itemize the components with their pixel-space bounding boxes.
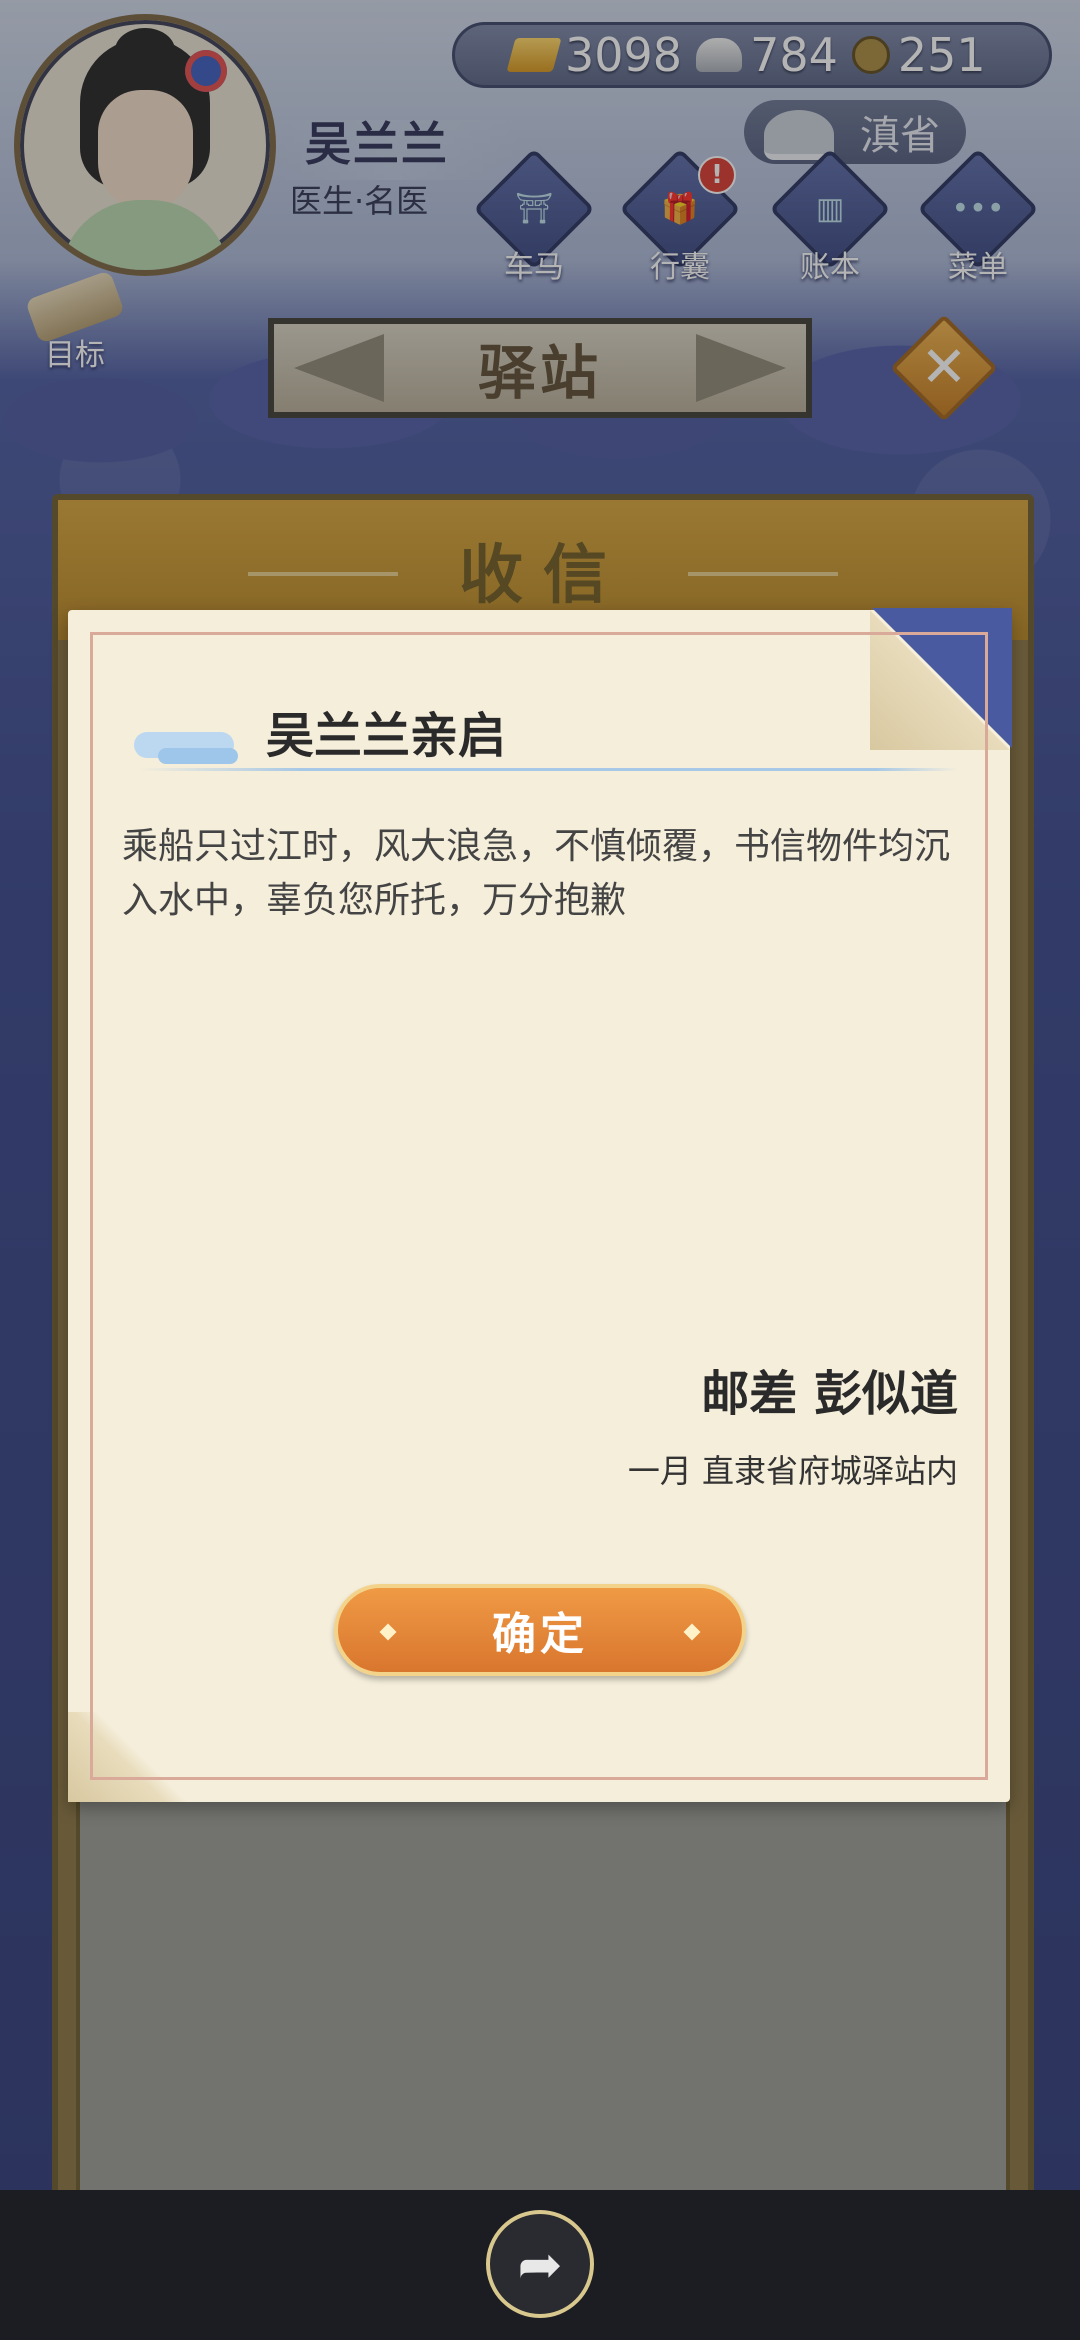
confirm-button[interactable]: 确定 — [334, 1584, 746, 1676]
share-button[interactable]: ➦ — [486, 2210, 594, 2318]
confirm-label: 确定 — [492, 1609, 588, 1660]
letter-dialog: 吴兰兰亲启 乘船只过江时，风大浪急，不慎倾覆，书信物件均沉入水中，辜负您所托，万… — [68, 608, 1012, 1802]
letter-sender: 邮差 彭似道 — [701, 1366, 958, 1422]
share-icon: ➦ — [517, 2232, 563, 2296]
screen-title: 驿站 — [477, 339, 602, 407]
letter-recipient: 吴兰兰亲启 — [266, 708, 507, 764]
letter-body: 乘船只过江时，风大浪急，不慎倾覆，书信物件均沉入水中，辜负您所托，万分抱歉 — [122, 826, 951, 921]
letter-date-location: 一月 直隶省府城驿站内 — [627, 1452, 958, 1490]
divider — [138, 768, 958, 771]
